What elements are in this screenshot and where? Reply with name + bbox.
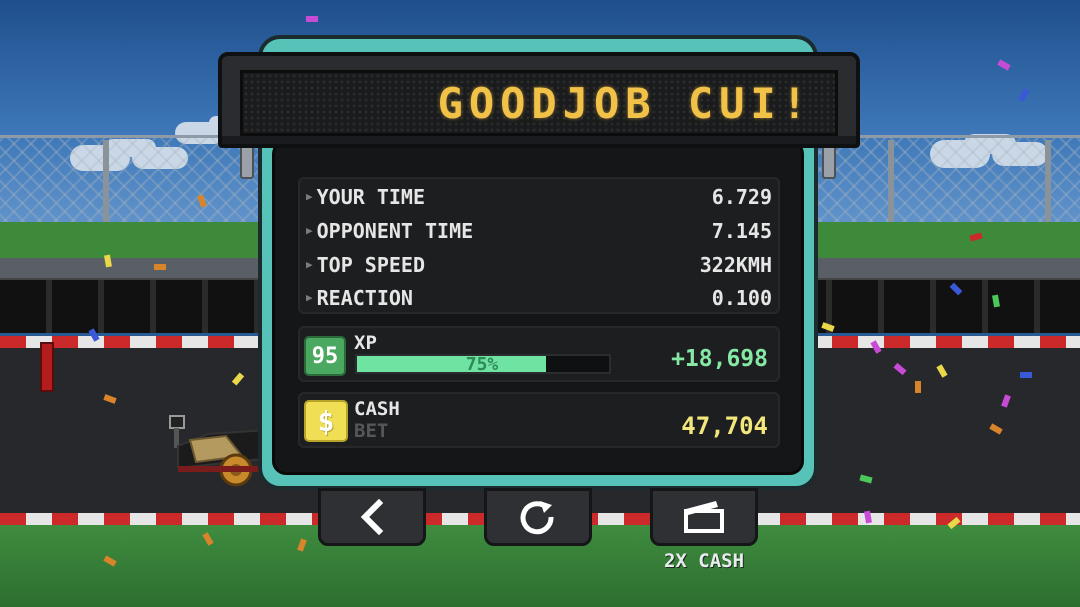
replay-button[interactable] bbox=[484, 488, 592, 546]
xp-progress-bar: 75% bbox=[355, 353, 611, 375]
cash-label: CASH bbox=[354, 398, 400, 420]
back-button[interactable] bbox=[318, 488, 426, 546]
triangle-right-icon: ▶ bbox=[306, 224, 313, 237]
marquee-screen: GOODJOB CUI! bbox=[240, 70, 838, 136]
marquee-bracket-left bbox=[240, 145, 254, 179]
chevron-left-icon bbox=[360, 499, 384, 535]
stat-row-opponent-time: ▶ OPPONENT TIME 7.145 bbox=[300, 214, 782, 247]
level-badge: 95 bbox=[304, 336, 346, 376]
stat-row-reaction: ▶ REACTION 0.100 bbox=[300, 281, 782, 314]
cash-section: $ CASH BET 47,704 bbox=[298, 392, 780, 448]
dollar-icon: $ bbox=[304, 400, 348, 442]
triangle-right-icon: ▶ bbox=[306, 190, 313, 203]
xp-progress-text: 75% bbox=[465, 353, 499, 375]
stat-value: 6.729 bbox=[711, 184, 772, 209]
clapper-icon bbox=[684, 501, 724, 533]
triangle-right-icon: ▶ bbox=[306, 258, 313, 271]
confetti bbox=[915, 381, 921, 393]
stat-label: OPPONENT TIME bbox=[316, 218, 474, 243]
stat-label: REACTION bbox=[316, 285, 413, 310]
cash-value: 47,704 bbox=[681, 412, 768, 440]
race-stats: ▶ YOUR TIME 6.729 ▶ OPPONENT TIME 7.145 ▶ T… bbox=[298, 177, 780, 314]
double-cash-caption: 2X CASH bbox=[663, 550, 745, 572]
replay-icon bbox=[520, 501, 554, 535]
stat-label: TOP SPEED bbox=[316, 252, 425, 277]
bet-label: BET bbox=[354, 420, 389, 442]
xp-label: XP bbox=[354, 332, 377, 354]
stat-row-top-speed: ▶ TOP SPEED 322KMH bbox=[300, 248, 782, 281]
stat-label: YOUR TIME bbox=[316, 184, 425, 209]
marquee-bracket-right bbox=[822, 145, 836, 179]
confetti bbox=[306, 16, 318, 22]
confetti bbox=[154, 264, 166, 270]
confetti bbox=[1020, 372, 1032, 378]
stat-row-your-time: ▶ YOUR TIME 6.729 bbox=[300, 180, 782, 213]
stat-value: 322KMH bbox=[699, 252, 772, 277]
xp-gain: +18,698 bbox=[671, 346, 768, 372]
banner-text: GOODJOB CUI! bbox=[437, 78, 813, 128]
xp-section: 95 XP 75% +18,698 bbox=[298, 326, 780, 382]
stat-value: 7.145 bbox=[711, 218, 772, 243]
double-cash-button[interactable] bbox=[650, 488, 758, 546]
stat-value: 0.100 bbox=[711, 285, 772, 310]
triangle-right-icon: ▶ bbox=[306, 291, 313, 304]
start-light bbox=[40, 342, 54, 392]
